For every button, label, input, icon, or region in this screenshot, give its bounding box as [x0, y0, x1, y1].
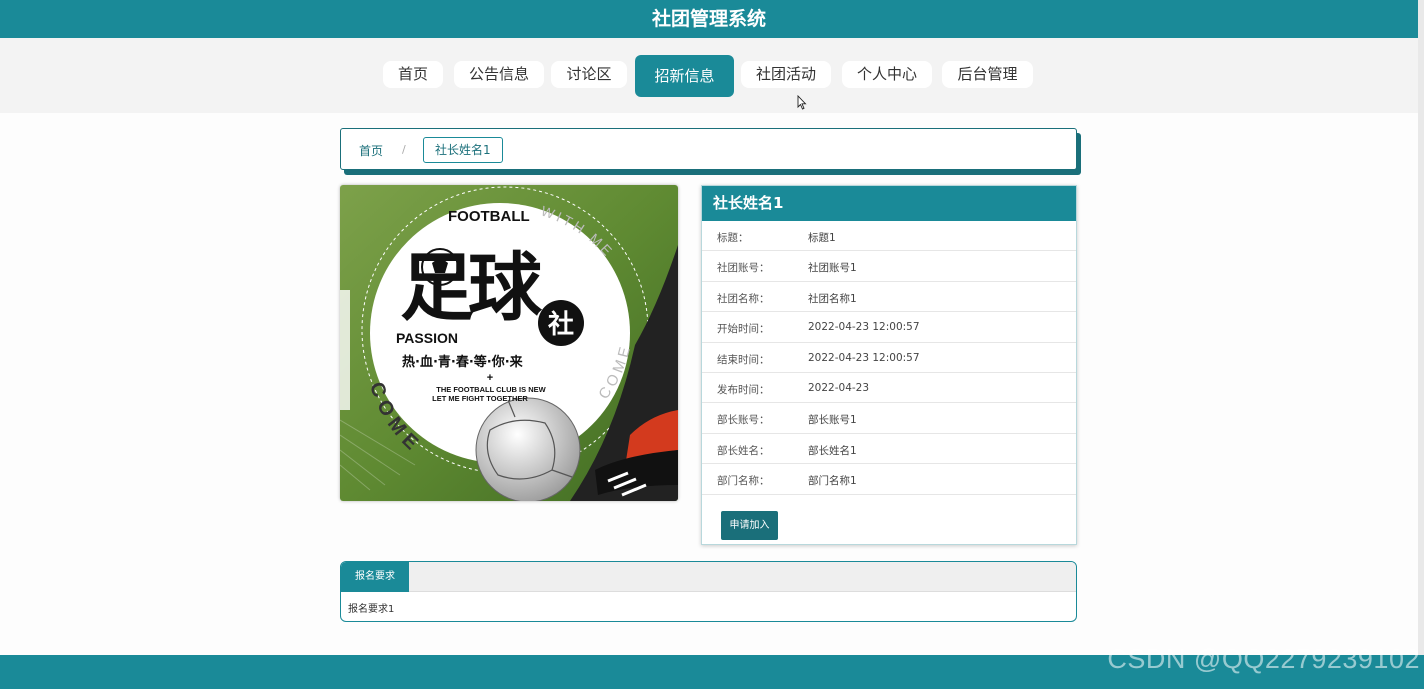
detail-row: 标题： 标题1 — [702, 221, 1076, 252]
poster-headline: 足球 — [400, 245, 543, 331]
mouse-cursor-icon — [797, 95, 807, 110]
detail-label: 标题： — [717, 232, 749, 244]
detail-value: 2022-04-23 12:00:57 — [808, 321, 920, 334]
nav-item-club-activities[interactable]: 社团活动 — [741, 61, 831, 88]
breadcrumb-home-link[interactable]: 首页 — [359, 142, 383, 159]
nav-item-personal-center[interactable]: 个人中心 — [842, 61, 932, 88]
poster-slogan: 热·血·青·春·等·你·来 — [402, 354, 524, 370]
detail-label: 社团名称： — [717, 292, 770, 305]
tab-requirements[interactable]: 报名要求 — [341, 562, 409, 592]
requirements-content: 报名要求1 — [348, 604, 395, 615]
requirements-panel: 报名要求 报名要求1 — [340, 561, 1077, 622]
poster-plus: + — [487, 372, 493, 384]
detail-row: 社团账号： 社团账号1 — [702, 251, 1076, 282]
breadcrumb-separator: / — [402, 143, 406, 156]
detail-row: 社团名称： 社团名称1 — [702, 282, 1076, 313]
detail-label: 社团账号： — [717, 262, 770, 275]
detail-value: 标题1 — [808, 232, 836, 244]
detail-row: 发布时间： 2022-04-23 — [702, 373, 1076, 404]
nav-item-forum[interactable]: 讨论区 — [551, 61, 627, 88]
poster-passion-text: PASSION — [396, 330, 458, 346]
detail-label: 结束时间： — [717, 353, 770, 366]
detail-value: 部长姓名1 — [808, 444, 857, 457]
poster-badge-text: 社 — [548, 309, 574, 340]
poster-line-2: LET ME FIGHT TOGETHER — [432, 394, 528, 403]
detail-row: 结束时间： 2022-04-23 12:00:57 — [702, 343, 1076, 373]
nav-item-recruitment[interactable]: 招新信息 — [635, 55, 734, 97]
nav-bar: 首页 公告信息 讨论区 招新信息 社团活动 个人中心 后台管理 — [0, 38, 1418, 113]
apply-join-button[interactable]: 申请加入 — [721, 511, 778, 540]
detail-card-title: 社长姓名1 — [702, 186, 1076, 221]
detail-value: 社团名称1 — [808, 292, 857, 305]
detail-label: 发布时间： — [717, 383, 770, 396]
top-header: 社团管理系统 — [0, 0, 1418, 38]
breadcrumb: 首页 / 社长姓名1 — [340, 128, 1077, 170]
detail-label: 部门名称： — [717, 475, 770, 488]
nav-item-home[interactable]: 首页 — [383, 61, 443, 88]
detail-value: 社团账号1 — [808, 262, 857, 275]
breadcrumb-current: 社长姓名1 — [423, 137, 503, 163]
detail-row: 开始时间： 2022-04-23 12:00:57 — [702, 312, 1076, 343]
page-scrollbar[interactable] — [1418, 0, 1424, 655]
poster-football-text: FOOTBALL — [448, 208, 530, 225]
detail-label: 部长账号： — [717, 414, 770, 427]
requirements-tab-bar: 报名要求 — [341, 562, 1076, 592]
detail-label: 部长姓名： — [717, 444, 770, 457]
detail-value: 部长账号1 — [808, 414, 857, 427]
recruitment-poster-image: FOOTBALL 足球 社 PASSION 热·血·青·春·等·你·来 + TH… — [340, 185, 678, 501]
detail-label: 开始时间： — [717, 323, 770, 336]
detail-value: 2022-04-23 12:00:57 — [808, 351, 920, 364]
watermark-text: CSDN @QQ2279239102 — [1107, 644, 1420, 674]
poster-line-1: THE FOOTBALL CLUB IS NEW — [436, 385, 546, 394]
detail-row: 部门名称： 部门名称1 — [702, 464, 1076, 495]
detail-value: 2022-04-23 — [808, 381, 870, 394]
detail-row: 部长姓名： 部长姓名1 — [702, 434, 1076, 465]
site-title: 社团管理系统 — [651, 8, 766, 30]
detail-value: 部门名称1 — [808, 475, 857, 488]
recruitment-detail-card: 社长姓名1 标题： 标题1 社团账号： 社团账号1 社团名称： 社团名称1 开始… — [701, 185, 1077, 545]
nav-item-admin[interactable]: 后台管理 — [942, 61, 1033, 88]
detail-row: 部长账号： 部长账号1 — [702, 403, 1076, 434]
nav-item-announcements[interactable]: 公告信息 — [454, 61, 544, 88]
